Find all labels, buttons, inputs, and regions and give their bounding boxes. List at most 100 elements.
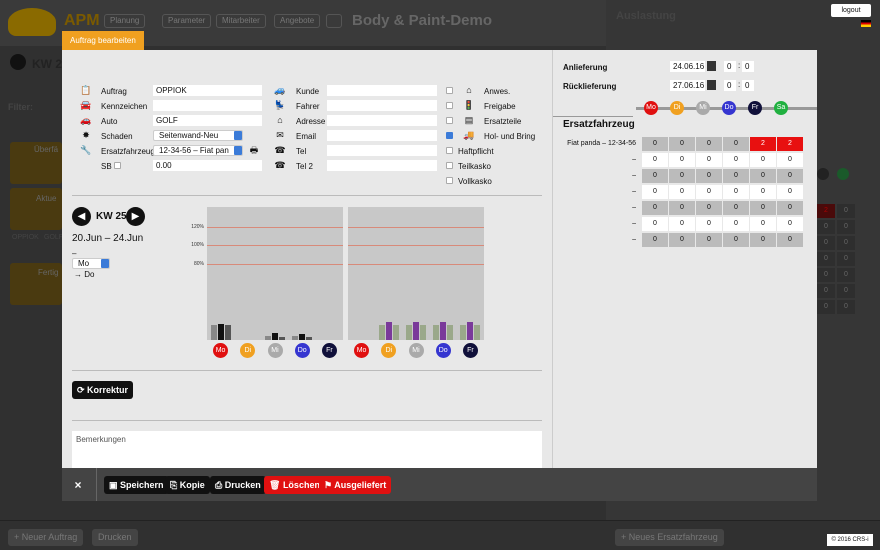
- monitor-icon[interactable]: [326, 14, 342, 28]
- nav-parameter[interactable]: Parameter: [162, 14, 212, 28]
- text-field[interactable]: [327, 115, 437, 126]
- bg-cell: 0: [837, 252, 855, 266]
- nav-planung[interactable]: Planung: [104, 14, 146, 28]
- checkbox[interactable]: [446, 147, 453, 154]
- calendar-icon[interactable]: [707, 80, 716, 90]
- checkbox[interactable]: [446, 132, 453, 139]
- availability-cell[interactable]: 0: [642, 233, 668, 247]
- availability-cell[interactable]: 0: [750, 201, 776, 215]
- remarks-textarea[interactable]: Bemerkungen: [72, 431, 542, 468]
- checkbox[interactable]: [446, 87, 453, 94]
- availability-cell[interactable]: 0: [750, 169, 776, 183]
- availability-cell[interactable]: 0: [642, 185, 668, 199]
- availability-cell[interactable]: 0: [750, 153, 776, 167]
- text-field[interactable]: [327, 85, 437, 96]
- delivery-hour-input[interactable]: 0: [724, 61, 736, 72]
- return-hour-input[interactable]: 0: [724, 80, 736, 91]
- bg-card[interactable]: Aktue: [10, 188, 62, 230]
- checkbox[interactable]: [446, 102, 453, 109]
- date-range: 20.Jun – 24.Jun: [72, 233, 144, 244]
- new-order-button[interactable]: + Neuer Auftrag: [8, 529, 84, 546]
- bg-print-button[interactable]: Drucken: [92, 529, 138, 546]
- bg-prev-week-icon[interactable]: [10, 54, 26, 70]
- save-button[interactable]: ▣ Speichern: [104, 476, 169, 494]
- availability-cell[interactable]: 0: [723, 137, 749, 151]
- bg-card-text: GOLF: [44, 234, 64, 241]
- availability-cell[interactable]: 0: [750, 185, 776, 199]
- availability-cell[interactable]: 0: [696, 185, 722, 199]
- availability-cell[interactable]: 0: [750, 233, 776, 247]
- sb-checkbox[interactable]: [114, 162, 121, 169]
- replacement-vehicle-select[interactable]: 12-34-56 – Fiat pan: [153, 145, 243, 156]
- damage-select[interactable]: Seitenwand-Neu: [153, 130, 243, 141]
- availability-cell[interactable]: 0: [723, 153, 749, 167]
- availability-cell[interactable]: 0: [669, 169, 695, 183]
- day-circle: Mi: [696, 101, 710, 115]
- availability-cell[interactable]: 2: [750, 137, 776, 151]
- availability-cell[interactable]: 2: [777, 137, 803, 151]
- text-field[interactable]: [153, 100, 262, 111]
- availability-cell[interactable]: 0: [642, 201, 668, 215]
- availability-cell[interactable]: 0: [696, 201, 722, 215]
- availability-cell[interactable]: 0: [723, 233, 749, 247]
- delivered-button[interactable]: ⚑ Ausgeliefert: [319, 476, 392, 494]
- next-week-icon[interactable]: ▶: [126, 207, 145, 226]
- logout-button[interactable]: logout: [831, 4, 871, 17]
- text-field[interactable]: [327, 100, 437, 111]
- sb-input[interactable]: 0.00: [153, 160, 262, 171]
- availability-cell[interactable]: 0: [696, 137, 722, 151]
- printer-icon[interactable]: 🖶: [248, 145, 260, 155]
- delete-button[interactable]: 🗑 Löschen: [264, 476, 325, 494]
- return-minute-input[interactable]: 0: [742, 80, 754, 91]
- availability-cell[interactable]: 0: [642, 169, 668, 183]
- prev-week-icon[interactable]: ◀: [72, 207, 91, 226]
- start-day-select[interactable]: Mo: [72, 258, 110, 269]
- text-field[interactable]: [327, 145, 437, 156]
- text-field[interactable]: OPPIOK: [153, 85, 262, 96]
- availability-cell[interactable]: 0: [777, 185, 803, 199]
- new-vehicle-button[interactable]: + Neues Ersatzfahrzeug: [615, 529, 724, 546]
- availability-cell[interactable]: 0: [777, 169, 803, 183]
- print-button[interactable]: ⎙ Drucken: [210, 476, 266, 494]
- checkbox[interactable]: [446, 117, 453, 124]
- availability-cell[interactable]: 0: [777, 153, 803, 167]
- nav-angebote[interactable]: Angebote: [274, 14, 321, 28]
- availability-cell[interactable]: 0: [777, 201, 803, 215]
- availability-cell[interactable]: 0: [696, 217, 722, 231]
- delivery-minute-input[interactable]: 0: [742, 61, 754, 72]
- availability-cell[interactable]: 0: [669, 185, 695, 199]
- availability-cell[interactable]: 0: [642, 217, 668, 231]
- delivery-date-input[interactable]: 24.06.16: [670, 61, 705, 72]
- german-flag-icon[interactable]: [861, 20, 871, 27]
- copy-button[interactable]: ⎘ Kopie: [165, 476, 210, 494]
- text-field[interactable]: [327, 130, 437, 141]
- availability-cell[interactable]: 0: [669, 201, 695, 215]
- availability-cell[interactable]: 0: [723, 185, 749, 199]
- availability-cell[interactable]: 0: [696, 169, 722, 183]
- availability-cell[interactable]: 0: [723, 169, 749, 183]
- availability-cell[interactable]: 0: [642, 153, 668, 167]
- nav-mitarbeiter[interactable]: Mitarbeiter: [216, 14, 266, 28]
- return-date-input[interactable]: 27.06.16: [670, 80, 705, 91]
- correction-button[interactable]: ⟳ Korrektur: [72, 381, 134, 399]
- calendar-icon[interactable]: [707, 61, 716, 71]
- availability-cell[interactable]: 0: [669, 233, 695, 247]
- bg-card[interactable]: Fertig: [10, 263, 62, 305]
- availability-cell[interactable]: 0: [696, 233, 722, 247]
- availability-cell[interactable]: 0: [669, 153, 695, 167]
- text-field[interactable]: [327, 160, 437, 171]
- bg-card[interactable]: Überfä: [10, 142, 62, 184]
- availability-cell[interactable]: 0: [777, 217, 803, 231]
- availability-cell[interactable]: 0: [777, 233, 803, 247]
- availability-cell[interactable]: 0: [669, 217, 695, 231]
- availability-cell[interactable]: 0: [723, 201, 749, 215]
- availability-cell[interactable]: 0: [696, 153, 722, 167]
- availability-cell[interactable]: 0: [750, 217, 776, 231]
- text-field[interactable]: GOLF: [153, 115, 262, 126]
- availability-cell[interactable]: 0: [723, 217, 749, 231]
- checkbox[interactable]: [446, 177, 453, 184]
- close-button[interactable]: ×: [70, 476, 86, 494]
- checkbox[interactable]: [446, 162, 453, 169]
- availability-cell[interactable]: 0: [669, 137, 695, 151]
- availability-cell[interactable]: 0: [642, 137, 668, 151]
